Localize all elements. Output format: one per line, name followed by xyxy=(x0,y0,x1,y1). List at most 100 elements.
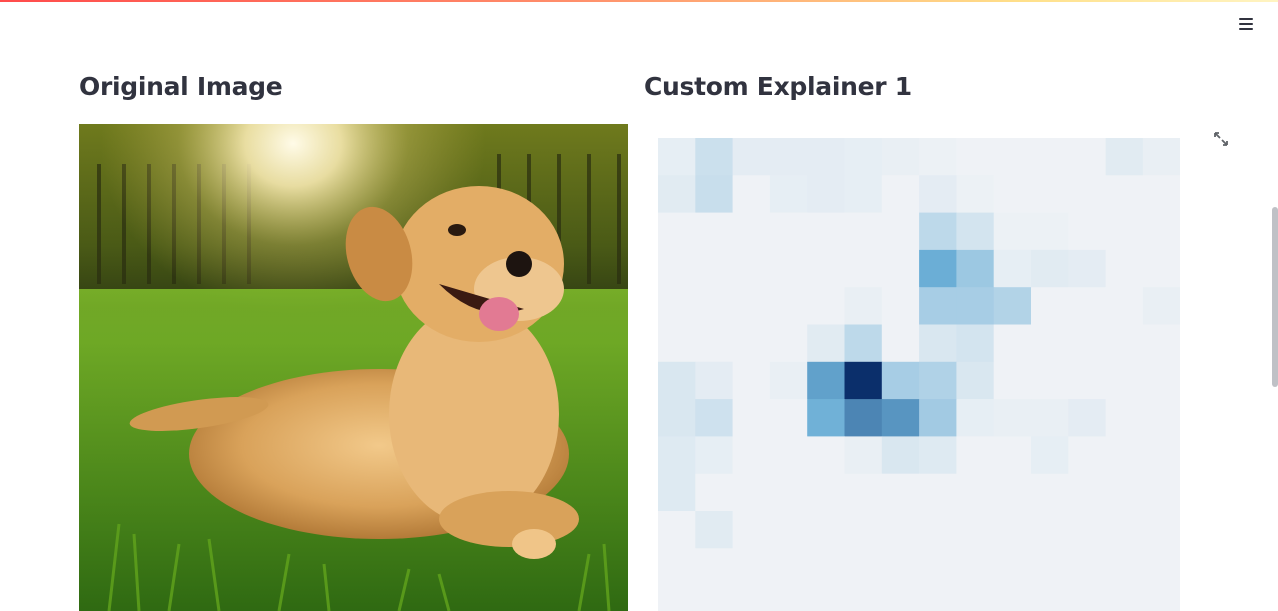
heatmap-cell xyxy=(956,287,995,325)
heatmap-cell xyxy=(1031,473,1069,512)
heatmap-cell xyxy=(732,473,771,512)
heatmap-cell xyxy=(807,361,845,400)
page-scrollbar-thumb[interactable] xyxy=(1272,207,1278,387)
heatmap-cell xyxy=(881,548,920,587)
heatmap-cell xyxy=(695,212,734,251)
heatmap-cell xyxy=(919,175,957,214)
heatmap-cell xyxy=(769,399,808,437)
heatmap-cell xyxy=(881,212,920,251)
heatmap-cell xyxy=(956,175,995,214)
heatmap-cell xyxy=(956,511,995,549)
heatmap-cell xyxy=(1142,212,1180,251)
heatmap-cell xyxy=(807,511,845,549)
fullscreen-expand-icon xyxy=(1214,132,1228,146)
heatmap-cell xyxy=(919,585,957,611)
heatmap-cell xyxy=(956,249,995,288)
heatmap-cell xyxy=(769,511,808,549)
original-dog-photo xyxy=(79,124,628,611)
heatmap-cell xyxy=(658,287,696,325)
main-menu-button[interactable] xyxy=(1234,12,1258,36)
heatmap-cell xyxy=(1031,324,1069,363)
original-image-heading: Original Image xyxy=(79,72,283,101)
heatmap-cell xyxy=(1142,436,1180,475)
heatmap-cell xyxy=(732,324,771,363)
heatmap-cell xyxy=(732,585,771,611)
heatmap-cell xyxy=(1068,361,1107,400)
heatmap-cell xyxy=(1105,436,1144,475)
heatmap-cell xyxy=(769,175,808,214)
heatmap-cell xyxy=(919,548,957,587)
heatmap-cell xyxy=(919,473,957,512)
heatmap-cell xyxy=(732,399,771,437)
heatmap-cell xyxy=(1068,212,1107,251)
heatmap-cell xyxy=(807,436,845,475)
heatmap-cell xyxy=(658,399,696,437)
heatmap-cell xyxy=(658,548,696,587)
heatmap-cell xyxy=(658,361,696,400)
heatmap-cell xyxy=(956,585,995,611)
heatmap-cell xyxy=(919,324,957,363)
heatmap-cell xyxy=(695,585,734,611)
heatmap-cell xyxy=(658,212,696,251)
heatmap-cell xyxy=(732,212,771,251)
heatmap-cell xyxy=(1031,585,1069,611)
heatmap-cell xyxy=(732,175,771,214)
heatmap-cell xyxy=(695,436,734,475)
heatmap-cell xyxy=(1105,511,1144,549)
heatmap-cell xyxy=(1142,473,1180,512)
heatmap-cell xyxy=(1068,138,1107,176)
heatmap-cell xyxy=(658,324,696,363)
heatmap-cell xyxy=(919,361,957,400)
heatmap-cell xyxy=(1031,399,1069,437)
heatmap-cell xyxy=(844,473,883,512)
heatmap-cell xyxy=(769,436,808,475)
heatmap-cell xyxy=(1068,287,1107,325)
explainer-heatmap xyxy=(658,138,1180,611)
heatmap-cell xyxy=(844,361,883,400)
heatmap-cell xyxy=(732,436,771,475)
heatmap-cell xyxy=(881,473,920,512)
heatmap-cell xyxy=(807,175,845,214)
heatmap-cell xyxy=(1068,249,1107,288)
heatmap-cell xyxy=(695,511,734,549)
heatmap-cell xyxy=(1031,361,1069,400)
heatmap-cell xyxy=(844,249,883,288)
heatmap-cell xyxy=(695,361,734,400)
heatmap-cell xyxy=(993,473,1032,512)
heatmap-cell xyxy=(881,138,920,176)
heatmap-cell xyxy=(993,287,1032,325)
fullscreen-expand-button[interactable] xyxy=(1210,128,1232,150)
heatmap-cell xyxy=(1068,585,1107,611)
heatmap-cell xyxy=(769,473,808,512)
heatmap-cell xyxy=(1142,249,1180,288)
heatmap-cell xyxy=(1105,138,1144,176)
heatmap-cell xyxy=(881,511,920,549)
heatmap-cell xyxy=(1105,324,1144,363)
heatmap-cell xyxy=(1068,324,1107,363)
heatmap-cell xyxy=(807,249,845,288)
heatmap-cell xyxy=(1068,511,1107,549)
heatmap-cell xyxy=(1105,399,1144,437)
heatmap-cell xyxy=(807,399,845,437)
heatmap-cell xyxy=(844,511,883,549)
heatmap-cell xyxy=(956,399,995,437)
heatmap-cell xyxy=(769,212,808,251)
heatmap-cell xyxy=(844,585,883,611)
heatmap-cell xyxy=(881,585,920,611)
heatmap-cell xyxy=(993,399,1032,437)
heatmap-cell xyxy=(807,473,845,512)
heatmap-cell xyxy=(1105,585,1144,611)
heatmap-cell xyxy=(1142,324,1180,363)
heatmap-cell xyxy=(1031,511,1069,549)
heatmap-cell xyxy=(658,473,696,512)
heatmap-cell xyxy=(993,175,1032,214)
heatmap-cell xyxy=(844,548,883,587)
heatmap-cell xyxy=(993,511,1032,549)
heatmap-cell xyxy=(658,511,696,549)
heatmap-cell xyxy=(844,324,883,363)
heatmap-cell xyxy=(993,436,1032,475)
heatmap-cell xyxy=(1105,473,1144,512)
heatmap-cell xyxy=(732,361,771,400)
explainer-heading: Custom Explainer 1 xyxy=(644,72,912,101)
heatmap-cell xyxy=(844,436,883,475)
